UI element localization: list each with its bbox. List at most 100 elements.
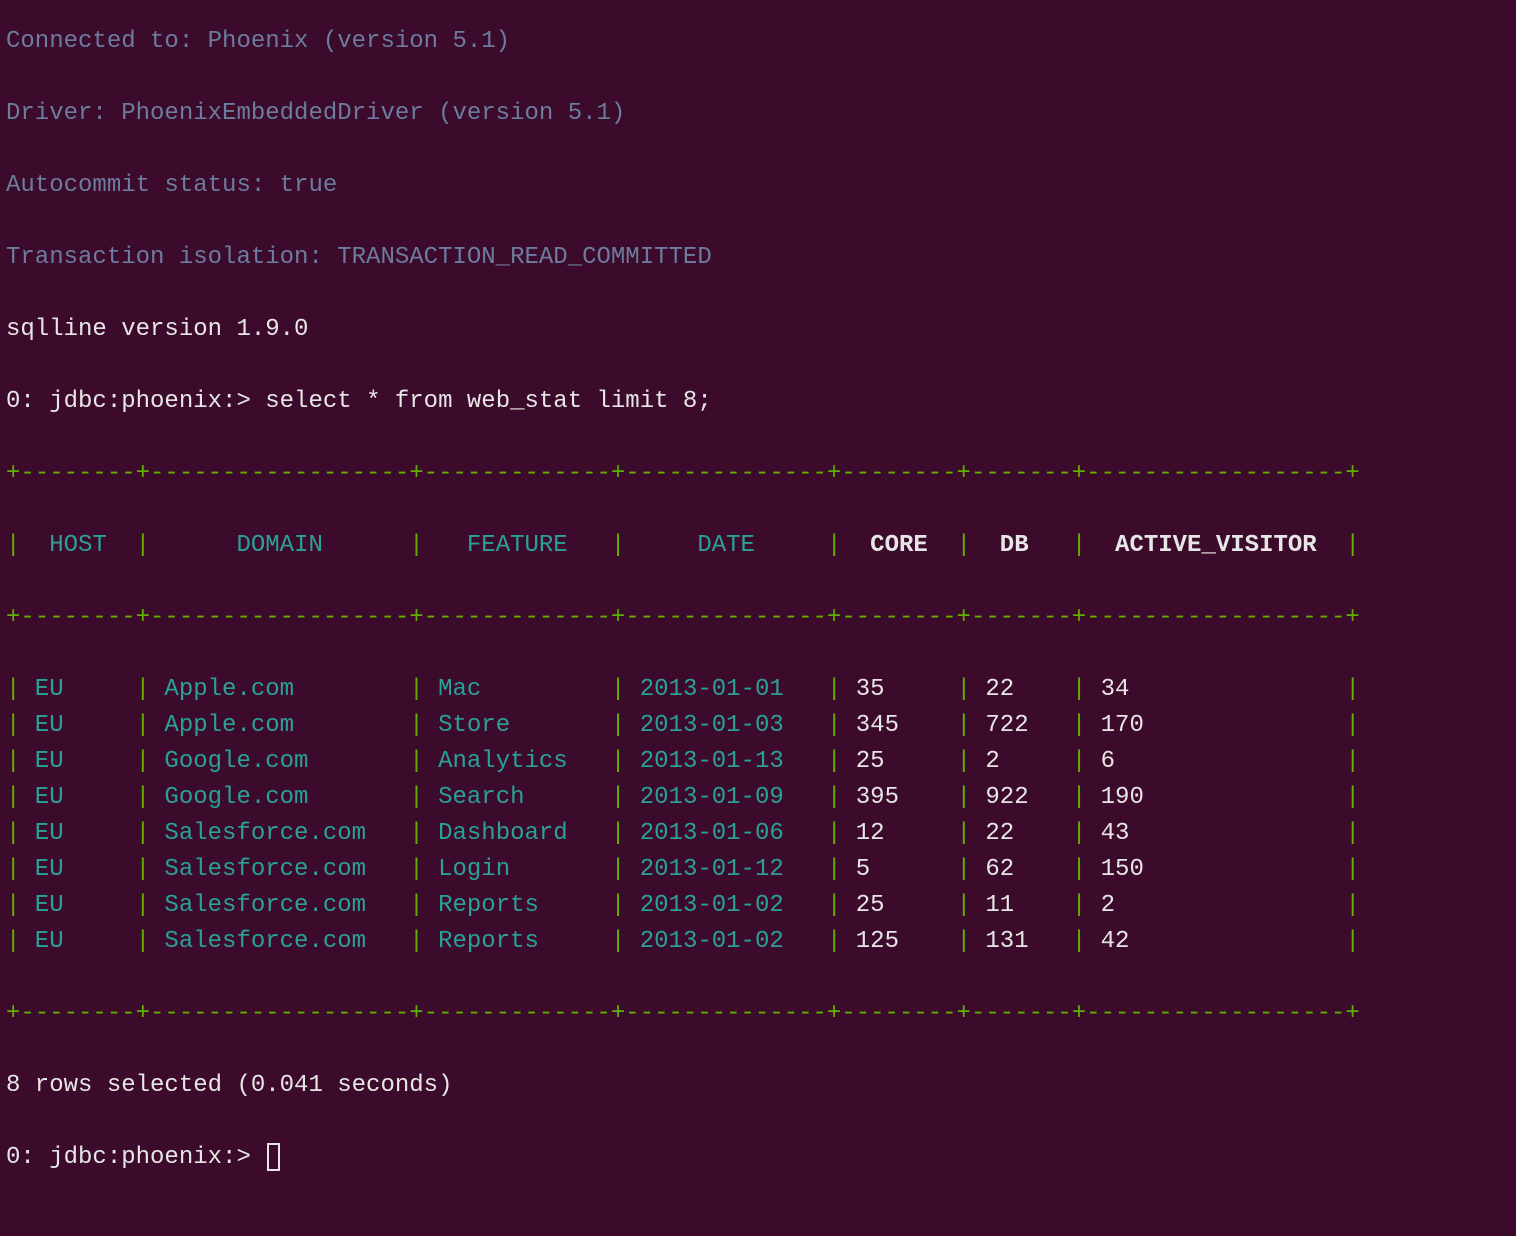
table-cell: Salesforce.com (150, 820, 409, 847)
table-border-pipe: | (6, 856, 20, 883)
table-border-pipe: | (6, 928, 20, 955)
table-cell: Analytics (424, 748, 611, 775)
table-cell: 190 (1086, 784, 1345, 811)
sql-prompt: 0: jdbc:phoenix:> (6, 1144, 251, 1171)
table-cell: 12 (841, 820, 956, 847)
table-border-pipe: | (136, 676, 150, 703)
table-cell: EU (20, 676, 135, 703)
table-border-top: +--------+------------------+-----------… (6, 456, 1510, 492)
table-border-pipe: | (827, 676, 841, 703)
table-border-pipe: | (6, 712, 20, 739)
table-header-cell: HOST (20, 532, 135, 559)
table-cell: Store (424, 712, 611, 739)
table-cell: 150 (1086, 856, 1345, 883)
table-cell: Mac (424, 676, 611, 703)
table-border-pipe: | (1072, 676, 1086, 703)
table-border-pipe: | (957, 748, 971, 775)
table-border-pipe: | (136, 892, 150, 919)
table-cell: 22 (971, 820, 1072, 847)
table-cell: 34 (1086, 676, 1345, 703)
table-border-pipe: | (6, 748, 20, 775)
table-border-pipe: | (1072, 712, 1086, 739)
table-border-pipe: | (6, 784, 20, 811)
table-border-pipe: | (6, 532, 20, 559)
table-border-pipe: | (1072, 784, 1086, 811)
table-cell: 5 (841, 856, 956, 883)
table-cell: EU (20, 748, 135, 775)
table-cell: Salesforce.com (150, 856, 409, 883)
table-border-pipe: | (136, 532, 150, 559)
table-border-pipe: | (611, 532, 625, 559)
table-cell: 2013-01-02 (625, 892, 827, 919)
table-cell: Dashboard (424, 820, 611, 847)
table-border-pipe: | (827, 712, 841, 739)
table-cell: EU (20, 820, 135, 847)
table-border-pipe: | (409, 712, 423, 739)
table-cell: 2013-01-03 (625, 712, 827, 739)
table-row: | EU | Salesforce.com | Reports | 2013-0… (6, 924, 1510, 960)
table-cell: 11 (971, 892, 1072, 919)
table-border-pipe: | (611, 676, 625, 703)
table-body: | EU | Apple.com | Mac | 2013-01-01 | 35… (6, 672, 1510, 960)
table-cell: 2 (971, 748, 1072, 775)
table-border-pipe: | (1345, 820, 1359, 847)
table-border-pipe: | (1345, 532, 1359, 559)
table-cell: EU (20, 784, 135, 811)
table-cell: EU (20, 928, 135, 955)
table-border-pipe: | (827, 748, 841, 775)
table-border-pipe: | (409, 532, 423, 559)
table-cell: 125 (841, 928, 956, 955)
table-cell: Google.com (150, 748, 409, 775)
table-border-pipe: | (136, 856, 150, 883)
table-cell: Reports (424, 892, 611, 919)
table-border-pipe: | (1072, 532, 1086, 559)
table-border-pipe: | (409, 820, 423, 847)
table-cell: 43 (1086, 820, 1345, 847)
table-row: | EU | Salesforce.com | Dashboard | 2013… (6, 816, 1510, 852)
table-cell: 6 (1086, 748, 1345, 775)
table-border-pipe: | (957, 676, 971, 703)
table-cell: 42 (1086, 928, 1345, 955)
table-cell: 922 (971, 784, 1072, 811)
table-cell: 2013-01-02 (625, 928, 827, 955)
table-border-pipe: | (827, 856, 841, 883)
prompt-line[interactable]: 0: jdbc:phoenix:> (6, 1140, 1510, 1176)
table-border-pipe: | (6, 820, 20, 847)
table-border-pipe: | (827, 892, 841, 919)
table-cell: 25 (841, 748, 956, 775)
table-cell: 25 (841, 892, 956, 919)
table-cell: EU (20, 892, 135, 919)
table-border-pipe: | (611, 820, 625, 847)
table-border-pipe: | (1072, 748, 1086, 775)
rows-selected: 8 rows selected (0.041 seconds) (6, 1068, 1510, 1104)
table-border-pipe: | (136, 748, 150, 775)
table-cell: Apple.com (150, 712, 409, 739)
table-cell: 2013-01-06 (625, 820, 827, 847)
table-row: | EU | Salesforce.com | Reports | 2013-0… (6, 888, 1510, 924)
table-border-pipe: | (136, 712, 150, 739)
table-cell: 722 (971, 712, 1072, 739)
table-border-pipe: | (957, 892, 971, 919)
table-cell: Apple.com (150, 676, 409, 703)
table-border-pipe: | (1345, 784, 1359, 811)
terminal-output[interactable]: Connected to: Phoenix (version 5.1) Driv… (0, 24, 1516, 1212)
table-cell: 2013-01-01 (625, 676, 827, 703)
table-header-cell: FEATURE (424, 532, 611, 559)
table-border-pipe: | (136, 820, 150, 847)
sqlline-version: sqlline version 1.9.0 (6, 312, 1510, 348)
table-cell: Google.com (150, 784, 409, 811)
table-border-pipe: | (6, 892, 20, 919)
table-row: | EU | Salesforce.com | Login | 2013-01-… (6, 852, 1510, 888)
autocommit-line: Autocommit status: true (6, 168, 1510, 204)
conn-line: Connected to: Phoenix (version 5.1) (6, 24, 1510, 60)
table-header-cell: DOMAIN (150, 532, 409, 559)
table-border-pipe: | (1072, 820, 1086, 847)
table-border-pipe: | (409, 784, 423, 811)
table-border-mid: +--------+------------------+-----------… (6, 600, 1510, 636)
table-border-pipe: | (1072, 928, 1086, 955)
table-header-cell: DB (971, 532, 1072, 559)
table-cell: 22 (971, 676, 1072, 703)
table-cell: Search (424, 784, 611, 811)
cursor (267, 1143, 280, 1171)
table-border-pipe: | (827, 820, 841, 847)
